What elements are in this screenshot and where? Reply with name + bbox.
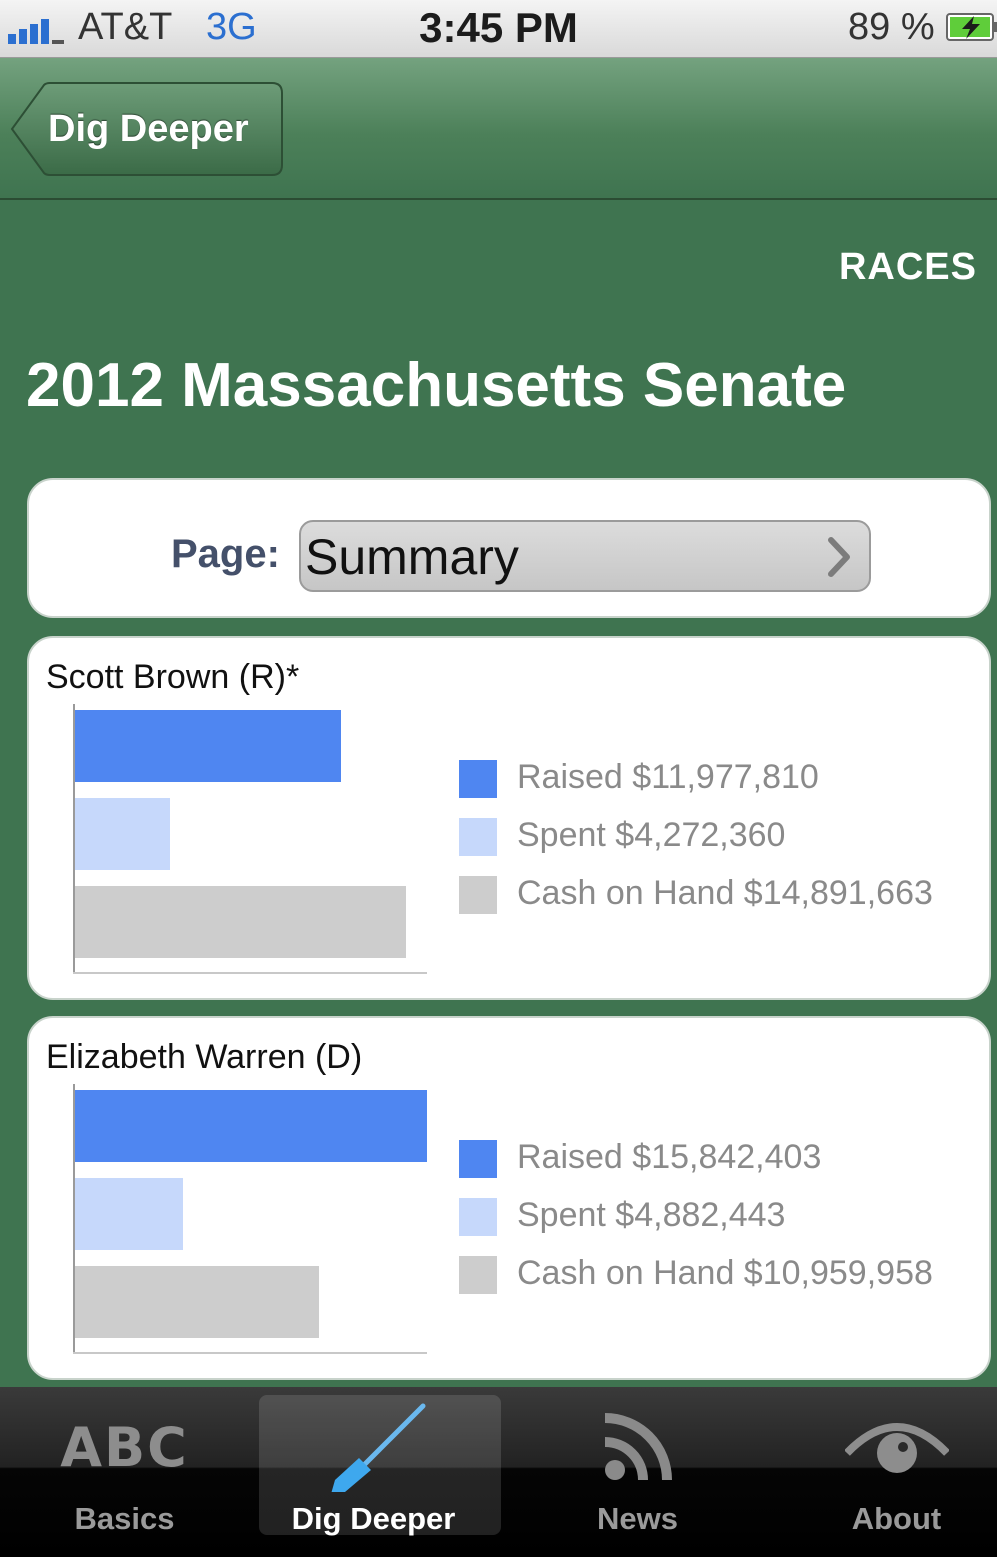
legend-swatch-spent — [459, 1198, 497, 1236]
bar-cash-on-hand — [75, 1266, 319, 1338]
status-bar: AT&T 3G 3:45 PM 89 % — [0, 0, 997, 58]
legend-label: Cash on Hand $10,959,958 — [517, 1254, 933, 1292]
candidate-card: Scott Brown (R)* Raised $11,977,810 Spen… — [27, 636, 991, 1000]
legend-swatch-cash-on-hand — [459, 1256, 497, 1294]
chevron-right-icon — [828, 537, 850, 577]
legend-swatch-cash-on-hand — [459, 876, 497, 914]
legend-swatch-raised — [459, 1140, 497, 1178]
legend-label: Raised $15,842,403 — [517, 1138, 822, 1176]
legend-label: Cash on Hand $14,891,663 — [517, 874, 933, 912]
back-button-label: Dig Deeper — [48, 108, 249, 150]
tab-bar: ABC Basics Dig Deeper News About — [0, 1387, 997, 1557]
candidate-name: Elizabeth Warren (D) — [46, 1038, 363, 1076]
races-link[interactable]: RACES — [839, 246, 977, 289]
bar-raised — [75, 1090, 427, 1162]
tab-dig-deeper[interactable]: Dig Deeper — [249, 1387, 501, 1557]
bar-raised — [75, 710, 341, 782]
page-select-value: Summary — [305, 529, 519, 585]
candidate-name: Scott Brown (R)* — [46, 658, 300, 696]
legend-swatch-spent — [459, 818, 497, 856]
shovel-icon — [249, 1403, 498, 1492]
bar-cash-on-hand — [75, 886, 406, 958]
tab-label: Basics — [74, 1501, 175, 1536]
page-selector-label: Page: — [171, 532, 280, 576]
page-title: 2012 Massachusetts Senate — [26, 351, 847, 420]
back-button[interactable]: Dig Deeper — [10, 82, 284, 176]
tab-about[interactable]: About — [772, 1387, 997, 1557]
candidate-card: Elizabeth Warren (D) Raised $15,842,403 … — [27, 1016, 991, 1380]
tab-news[interactable]: News — [513, 1387, 762, 1557]
battery-charging-icon — [946, 13, 997, 41]
page-selector-card: Page: Summary — [27, 478, 991, 618]
rss-icon — [513, 1405, 762, 1489]
tab-label: About — [851, 1501, 942, 1536]
tab-label: Dig Deeper — [291, 1501, 456, 1536]
bar-spent — [75, 1178, 183, 1250]
chart-axis-x — [73, 972, 427, 974]
chart-axis-x — [73, 1352, 427, 1354]
bar-spent — [75, 798, 170, 870]
legend-label: Spent $4,272,360 — [517, 816, 786, 854]
legend-label: Raised $11,977,810 — [517, 758, 819, 796]
abc-icon: ABC — [60, 1415, 189, 1479]
page-select[interactable]: Summary — [299, 520, 871, 592]
legend-swatch-raised — [459, 760, 497, 798]
candidate-bar-chart — [73, 1084, 427, 1354]
battery-percent: 89 % — [848, 6, 935, 48]
navigation-bar: Dig Deeper — [0, 58, 997, 200]
eye-icon — [772, 1405, 997, 1489]
candidate-bar-chart — [73, 704, 427, 974]
tab-basics[interactable]: ABC Basics — [0, 1387, 249, 1557]
legend-label: Spent $4,882,443 — [517, 1196, 786, 1234]
tab-label: News — [597, 1501, 678, 1536]
